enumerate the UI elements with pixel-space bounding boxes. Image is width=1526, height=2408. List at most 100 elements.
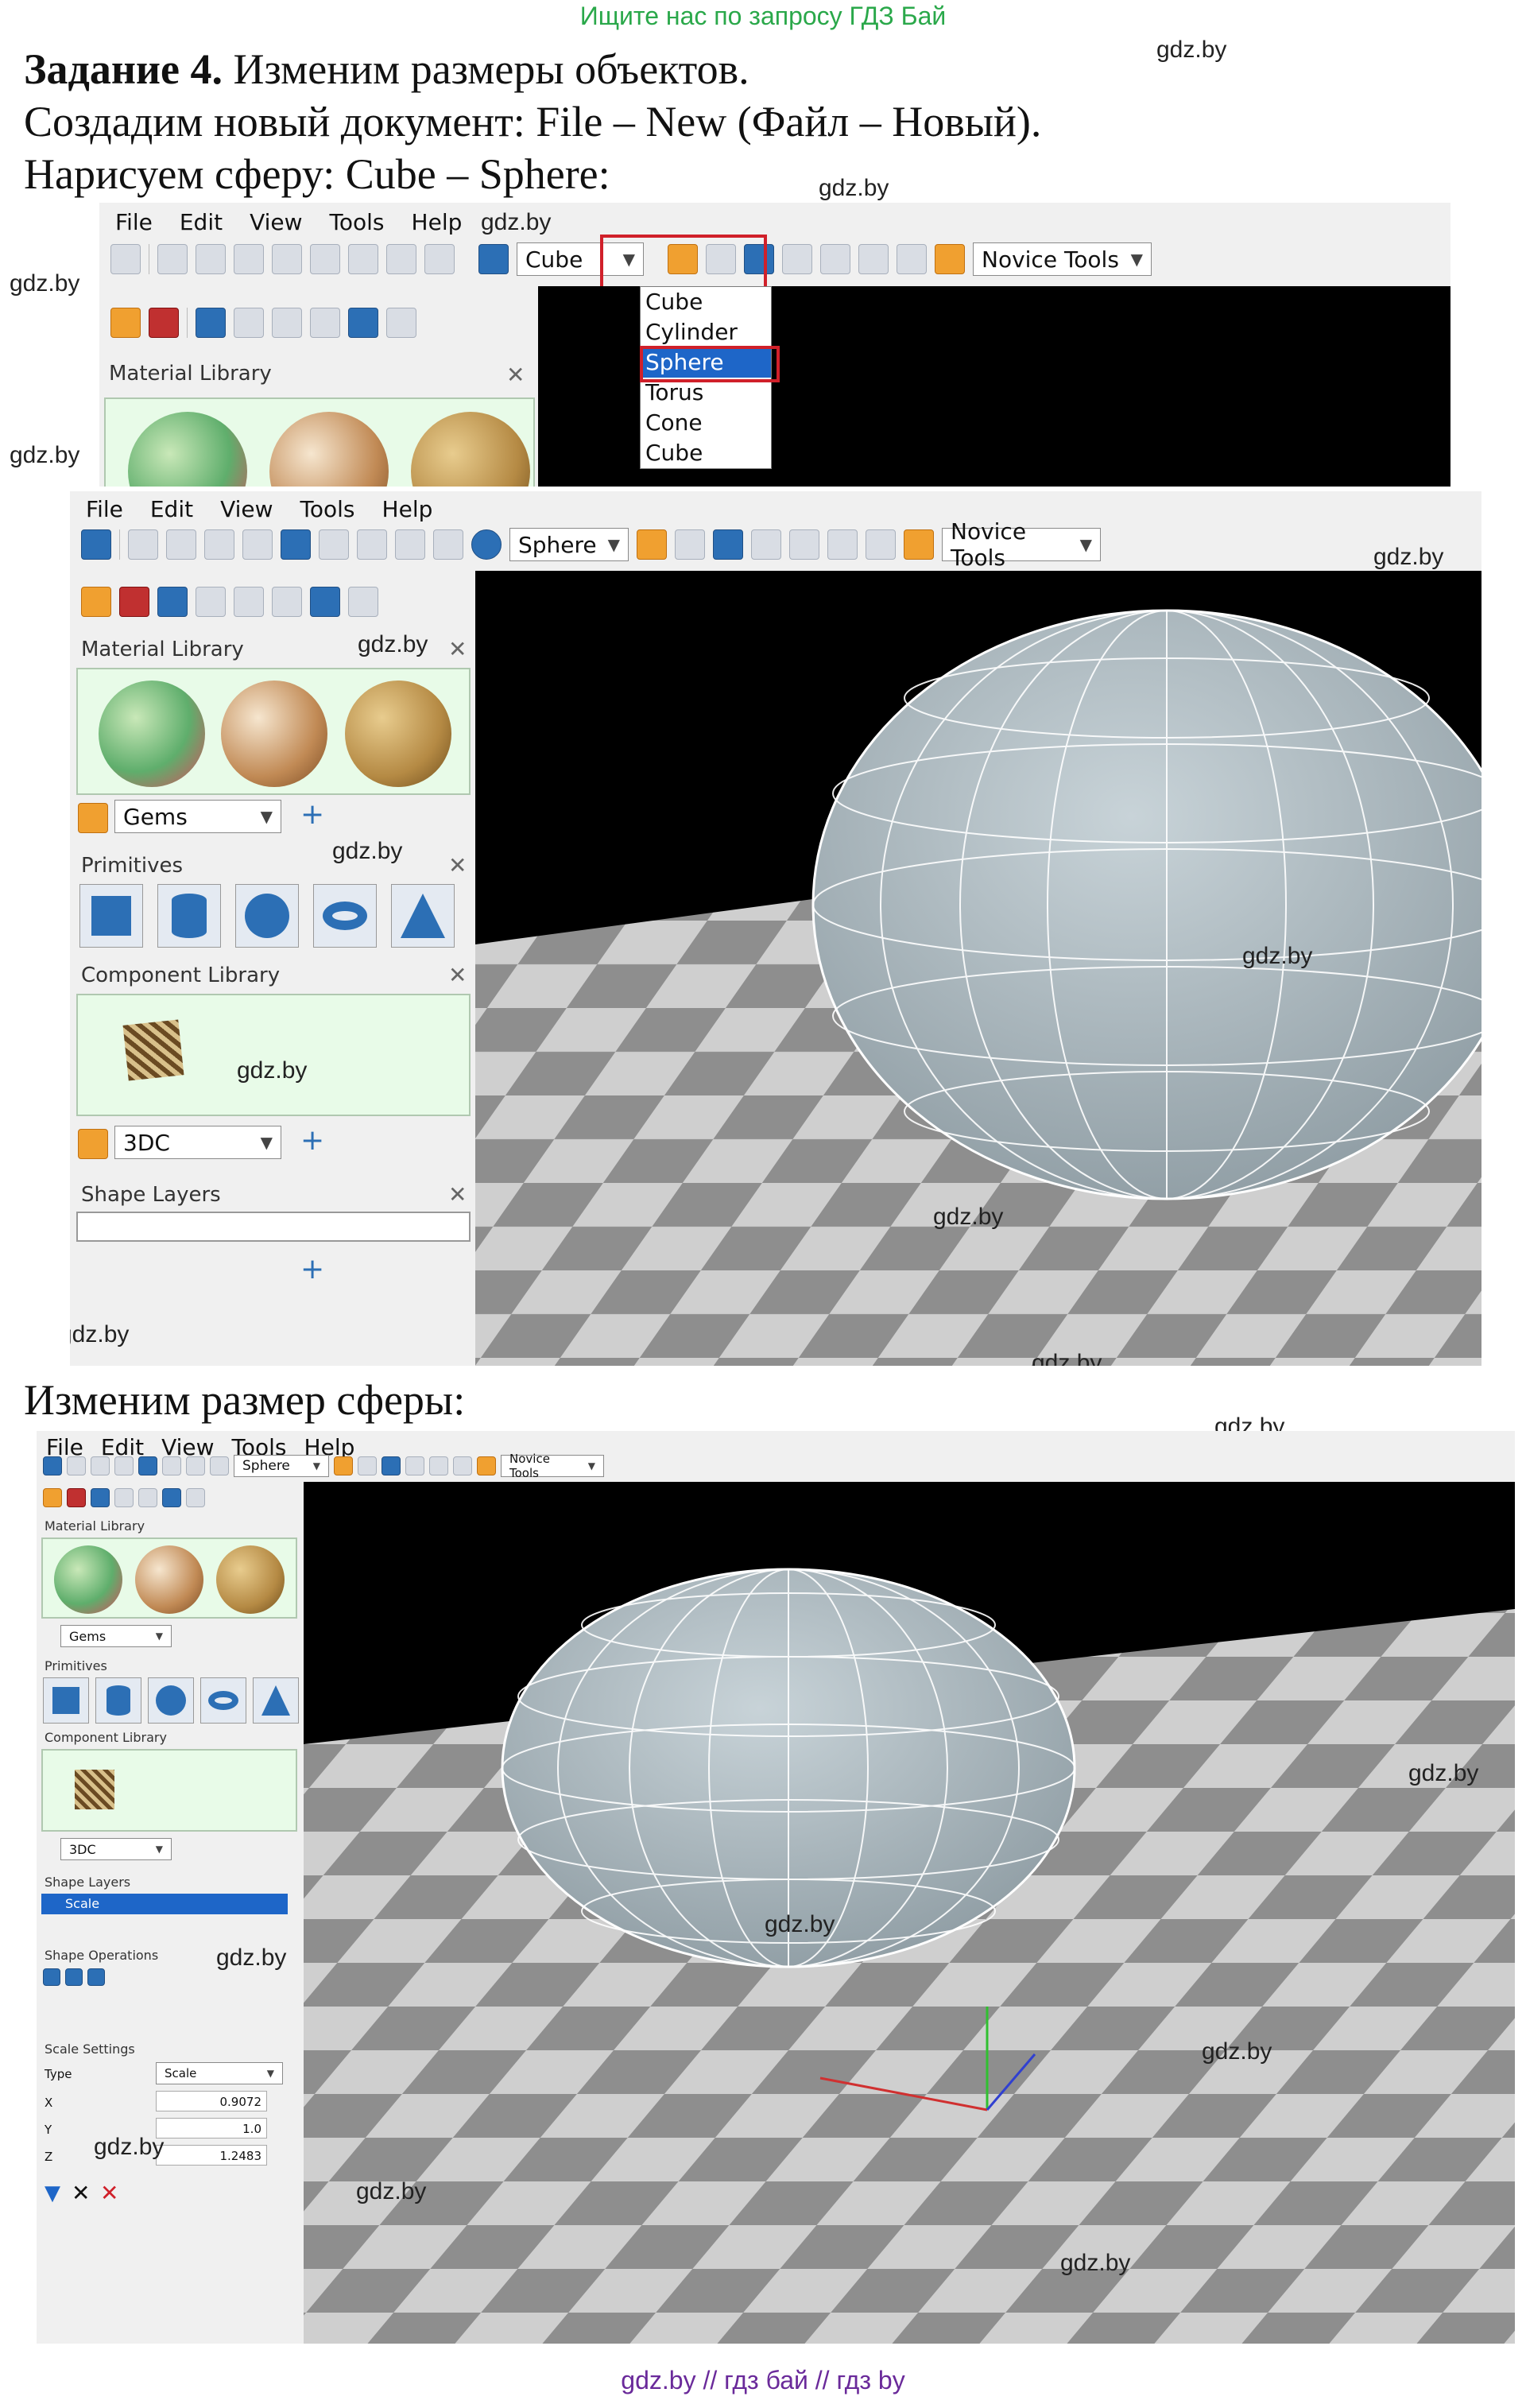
eyedropper-icon[interactable] — [713, 529, 743, 560]
scale-y-input[interactable]: 1.0 — [156, 2118, 267, 2139]
shape-select[interactable]: Sphere ▼ — [234, 1455, 329, 1477]
zoom-icon[interactable] — [858, 244, 889, 274]
close-icon[interactable]: ✕ — [506, 362, 525, 388]
menu-edit[interactable]: Edit — [150, 496, 193, 522]
component-category-select[interactable]: 3DC ▼ — [60, 1838, 172, 1860]
operation-icon[interactable] — [87, 1968, 105, 1986]
hand-icon[interactable] — [429, 1456, 448, 1475]
primitive-sphere[interactable] — [148, 1677, 194, 1724]
undo-icon[interactable] — [281, 529, 311, 560]
window-icon[interactable] — [186, 1488, 205, 1507]
save-icon[interactable] — [43, 1456, 62, 1475]
operation-icon[interactable] — [43, 1968, 60, 1986]
undo-icon[interactable] — [272, 244, 302, 274]
palette-icon[interactable] — [110, 308, 141, 338]
orbit-icon[interactable] — [782, 244, 812, 274]
paste-icon[interactable] — [204, 529, 234, 560]
window-icon[interactable] — [348, 587, 378, 617]
close-icon[interactable]: ✕ — [448, 852, 467, 878]
camera-icon[interactable] — [114, 1488, 134, 1507]
cut-icon[interactable] — [128, 529, 158, 560]
menu-file[interactable]: File — [86, 496, 123, 522]
material-swatch[interactable] — [135, 1545, 203, 1614]
novice-tools-select[interactable]: Novice Tools ▼ — [942, 518, 1101, 571]
shape-icon[interactable] — [157, 587, 188, 617]
menu-view[interactable]: View — [250, 209, 302, 235]
undo-icon[interactable] — [138, 1456, 157, 1475]
primitive-cube[interactable] — [79, 884, 143, 948]
dropdown-item-cone[interactable]: Cone — [641, 408, 771, 438]
copy-icon[interactable] — [196, 244, 226, 274]
dropdown-item-cube[interactable]: Cube — [641, 287, 771, 317]
primitive-cone[interactable] — [391, 884, 455, 948]
zoom-icon[interactable] — [827, 529, 858, 560]
material-swatch[interactable] — [269, 412, 389, 487]
scale-x-input[interactable]: 0.9072 — [156, 2091, 267, 2111]
library-icon[interactable] — [67, 1488, 86, 1507]
import-icon[interactable] — [904, 529, 934, 560]
shape-icon[interactable] — [91, 1488, 110, 1507]
layer-row-scale[interactable]: Scale — [41, 1894, 288, 1914]
camera-icon[interactable] — [234, 308, 264, 338]
cancel-icon[interactable]: ✕ — [100, 2180, 118, 2206]
import-icon[interactable] — [935, 244, 965, 274]
camera-icon[interactable] — [196, 587, 226, 617]
delete-icon[interactable] — [234, 244, 264, 274]
select-rect-icon[interactable] — [386, 244, 416, 274]
select-icon[interactable] — [357, 529, 387, 560]
light-icon[interactable] — [138, 1488, 157, 1507]
library-icon[interactable] — [119, 587, 149, 617]
component-thumb[interactable] — [122, 1019, 184, 1081]
material-category-select[interactable]: Gems ▼ — [114, 800, 281, 833]
fit-icon[interactable] — [897, 244, 927, 274]
bulb-icon[interactable] — [310, 308, 340, 338]
layers-icon[interactable] — [310, 587, 340, 617]
menu-tools[interactable]: Tools — [300, 496, 355, 522]
import-icon[interactable] — [477, 1456, 496, 1475]
close-icon[interactable]: ✕ — [448, 636, 467, 662]
scale-z-input[interactable]: 1.2483 — [156, 2145, 267, 2166]
fit-icon[interactable] — [866, 529, 896, 560]
copy-icon[interactable] — [91, 1456, 110, 1475]
scale-type-select[interactable]: Scale ▼ — [156, 2062, 283, 2084]
viewport-2[interactable]: gdz.by gdz.by gdz.by — [475, 571, 1481, 1366]
paint-icon[interactable] — [637, 529, 667, 560]
redo-icon[interactable] — [319, 529, 349, 560]
eraser-icon[interactable] — [675, 529, 705, 560]
eraser-icon[interactable] — [358, 1456, 377, 1475]
viewport-3[interactable]: gdz.by gdz.by gdz.by gdz.by gdz.by — [304, 1482, 1515, 2344]
zoom-icon[interactable] — [453, 1456, 472, 1475]
save-icon[interactable] — [110, 244, 141, 274]
redo-icon[interactable] — [310, 244, 340, 274]
close-icon[interactable]: ✕ — [72, 2180, 90, 2206]
primitive-cylinder[interactable] — [157, 884, 221, 948]
palette-icon[interactable] — [81, 587, 111, 617]
redo-icon[interactable] — [162, 1456, 181, 1475]
material-swatch[interactable] — [99, 681, 205, 787]
add-icon[interactable]: + — [300, 1124, 324, 1157]
operation-icon[interactable] — [65, 1968, 83, 1986]
primitive-cylinder[interactable] — [95, 1677, 141, 1724]
material-swatch[interactable] — [411, 412, 530, 487]
layer-list[interactable] — [76, 1212, 471, 1242]
novice-tools-select[interactable]: Novice Tools ▼ — [973, 242, 1152, 276]
material-swatch[interactable] — [221, 681, 327, 787]
material-swatch[interactable] — [54, 1545, 122, 1614]
shape-select[interactable]: Sphere ▼ — [509, 528, 629, 561]
material-swatch[interactable] — [345, 681, 451, 787]
light-icon[interactable] — [234, 587, 264, 617]
folder-icon[interactable] — [78, 803, 108, 833]
sphere-object[interactable] — [811, 609, 1481, 1200]
primitive-cone[interactable] — [253, 1677, 299, 1724]
apply-icon[interactable]: ▼ — [45, 2181, 60, 2205]
layers-icon[interactable] — [348, 308, 378, 338]
cut-icon[interactable] — [67, 1456, 86, 1475]
delete-icon[interactable] — [242, 529, 273, 560]
orbit-icon[interactable] — [751, 529, 781, 560]
material-swatch[interactable] — [216, 1545, 285, 1614]
scaled-sphere-object[interactable] — [501, 1568, 1076, 1968]
dropdown-item-cube-2[interactable]: Cube — [641, 438, 771, 468]
select-rect-icon[interactable] — [210, 1456, 229, 1475]
primitive-cube[interactable] — [43, 1677, 89, 1724]
component-category-select[interactable]: 3DC ▼ — [114, 1126, 281, 1159]
